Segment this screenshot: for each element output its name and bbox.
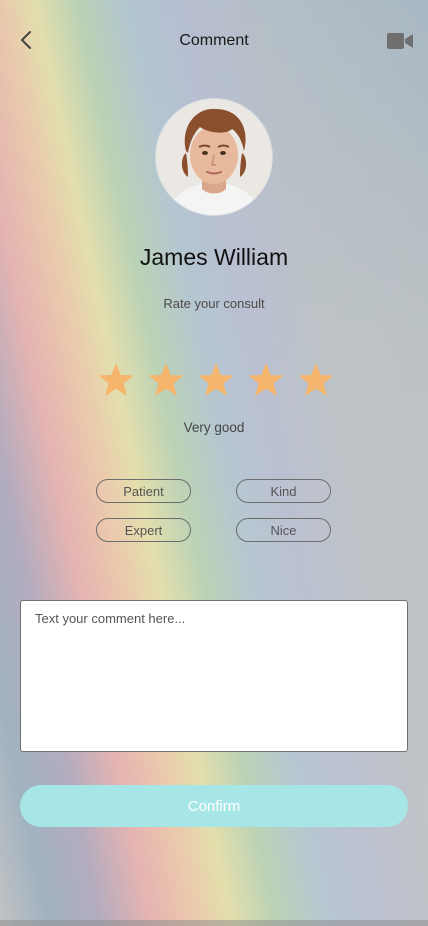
rating-prompt: Rate your consult (163, 296, 265, 311)
doctor-name: James William (139, 244, 289, 270)
tag-nice[interactable]: Nice (236, 518, 331, 542)
star-icon[interactable] (296, 360, 336, 400)
tag-expert[interactable]: Expert (96, 518, 191, 542)
tag-kind[interactable]: Kind (236, 479, 331, 503)
video-call-button[interactable] (384, 30, 416, 52)
star-icon[interactable] (96, 360, 136, 400)
comment-input[interactable] (20, 600, 408, 752)
bottom-bar (0, 920, 428, 926)
rating-label: Very good (183, 420, 245, 435)
video-camera-icon (387, 33, 413, 49)
avatar-photo (156, 99, 272, 215)
star-icon[interactable] (246, 360, 286, 400)
confirm-button[interactable]: Confirm (20, 785, 408, 827)
star-rating[interactable] (96, 360, 336, 400)
tag-patient[interactable]: Patient (96, 479, 191, 503)
star-icon[interactable] (196, 360, 236, 400)
star-icon[interactable] (146, 360, 186, 400)
avatar (156, 99, 272, 215)
page-title: Comment (179, 32, 249, 49)
